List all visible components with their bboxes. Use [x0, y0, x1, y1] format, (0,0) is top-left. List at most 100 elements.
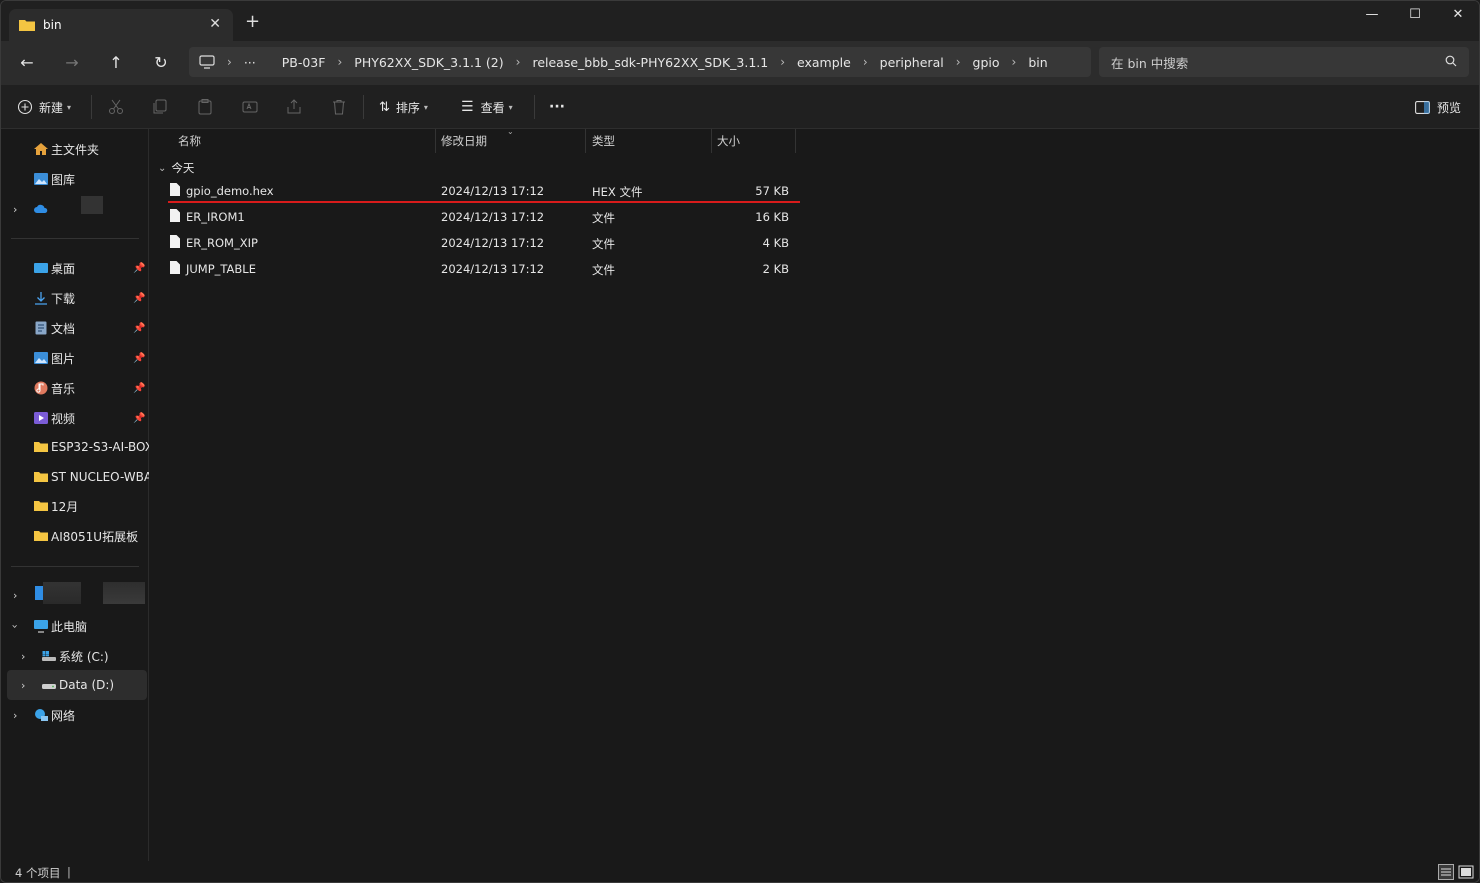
sidebar-item-onedrive-account[interactable]: › [1, 582, 149, 608]
folder-icon [34, 531, 48, 541]
sidebar-item-drive-c[interactable]: › 系统 (C:) [1, 643, 149, 669]
column-resize-handle[interactable] [585, 129, 586, 153]
breadcrumb-item[interactable]: bin [1028, 55, 1047, 70]
minimize-button[interactable]: — [1357, 7, 1387, 27]
pictures-icon [34, 352, 48, 364]
column-header-name[interactable]: 名称 [178, 129, 201, 153]
more-options-button[interactable]: ··· [549, 97, 565, 117]
navigation-pane: 主文件夹 图库 › 桌面 📌 下载 📌 文档 📌 图片 📌 音乐 📌 视频 📌 … [1, 129, 149, 861]
videos-icon [34, 412, 48, 424]
breadcrumb-item[interactable]: example [797, 55, 851, 70]
close-window-button[interactable]: ✕ [1443, 7, 1473, 27]
maximize-button[interactable]: ☐ [1400, 7, 1430, 27]
sidebar-item-onedrive[interactable]: › [1, 196, 149, 222]
sort-button[interactable]: ⇅ 排序 ▾ [379, 97, 428, 117]
drive-icon [42, 684, 56, 689]
item-count: 4 个项目 [15, 866, 61, 880]
sidebar-item-network[interactable]: › 网络 [1, 702, 149, 728]
file-type: 文件 [592, 263, 615, 277]
file-row[interactable]: JUMP_TABLE 2024/12/13 17:12 文件 2 KB [168, 257, 798, 281]
file-row[interactable]: ER_ROM_XIP 2024/12/13 17:12 文件 4 KB [168, 231, 798, 255]
sort-label: 排序 [395, 100, 420, 115]
tiles-view-icon[interactable] [1458, 864, 1474, 880]
breadcrumb-item[interactable]: gpio [973, 55, 1000, 70]
preview-pane-icon [1415, 100, 1430, 114]
new-tab-button[interactable]: + [245, 13, 260, 31]
sidebar-item-drive-d[interactable]: › Data (D:) [7, 670, 147, 700]
share-icon[interactable] [285, 98, 303, 116]
column-header-size[interactable]: 大小 [717, 129, 740, 153]
sidebar-label: AI8051U拓展板 [51, 529, 139, 544]
redacted-block [103, 582, 145, 604]
chevron-right-icon: › [1011, 55, 1017, 69]
view-list-icon: ☰ [461, 99, 474, 115]
new-button[interactable]: 新建 ▾ [17, 97, 71, 117]
sidebar-item-folder[interactable]: ESP32-S3-AI-BOX [1, 434, 149, 460]
status-bar: 4 个项目 | [1, 861, 1479, 882]
details-view-icon[interactable] [1438, 864, 1454, 880]
breadcrumb-item[interactable]: PHY62XX_SDK_3.1.1 (2) [354, 55, 503, 70]
chevron-right-icon: › [862, 55, 868, 69]
breadcrumb-item[interactable]: PB-03F [282, 55, 326, 70]
sidebar-item-folder[interactable]: ST NUCLEO-WBA5 [1, 464, 149, 490]
search-input[interactable]: 在 bin 中搜索 [1099, 47, 1469, 77]
column-resize-handle[interactable] [711, 129, 712, 153]
sidebar-item-music[interactable]: 音乐 📌 [1, 375, 149, 401]
column-resize-handle[interactable] [435, 129, 436, 153]
refresh-button[interactable]: ↻ [150, 53, 172, 73]
file-icon [170, 235, 180, 248]
sidebar-item-desktop[interactable]: 桌面 📌 [1, 255, 149, 281]
view-button[interactable]: ☰ 查看 ▾ [461, 97, 513, 117]
tab-bin[interactable]: bin ✕ [9, 9, 233, 41]
sidebar-item-this-pc[interactable]: › 此电脑 [1, 613, 149, 639]
column-resize-handle[interactable] [795, 129, 796, 153]
column-header-modified[interactable]: 修改日期 [441, 129, 487, 153]
breadcrumb-item[interactable]: release_bbb_sdk-PHY62XX_SDK_3.1.1 [532, 55, 768, 70]
sidebar-item-downloads[interactable]: 下载 📌 [1, 285, 149, 311]
delete-icon[interactable] [330, 98, 348, 116]
chevron-down-icon: ▾ [423, 102, 428, 112]
sidebar-item-pictures[interactable]: 图片 📌 [1, 345, 149, 371]
copy-icon[interactable] [151, 98, 169, 116]
paste-icon[interactable] [196, 98, 214, 116]
folder-icon [34, 501, 48, 511]
file-modified: 2024/12/13 17:12 [441, 262, 545, 276]
address-bar[interactable]: › ··· PB-03F › PHY62XX_SDK_3.1.1 (2) › r… [189, 47, 1091, 77]
chevron-right-icon: › [13, 708, 18, 722]
sidebar-item-videos[interactable]: 视频 📌 [1, 405, 149, 431]
group-header-today[interactable]: ⌄ 今天 [158, 160, 194, 176]
sidebar-item-gallery[interactable]: 图库 [1, 166, 149, 192]
redacted-block [43, 582, 81, 604]
back-button[interactable]: ← [16, 53, 38, 73]
file-row[interactable]: ER_IROM1 2024/12/13 17:12 文件 16 KB [168, 205, 798, 229]
sidebar-label: 此电脑 [51, 619, 88, 634]
sidebar-label: 网络 [51, 708, 76, 723]
preview-pane-button[interactable]: 预览 [1415, 97, 1461, 117]
column-header-type[interactable]: 类型 [592, 129, 615, 153]
pin-icon: 📌 [133, 262, 146, 274]
sidebar-item-home[interactable]: 主文件夹 [1, 136, 149, 162]
breadcrumb-item[interactable]: peripheral [880, 55, 944, 70]
rename-icon[interactable] [241, 98, 259, 116]
folder-icon [34, 472, 48, 482]
sidebar-label: 下载 [51, 291, 76, 306]
forward-button[interactable]: → [61, 53, 83, 73]
status-divider: | [67, 865, 71, 879]
tab-close-icon[interactable]: ✕ [209, 16, 221, 32]
up-button[interactable]: ↑ [105, 53, 127, 73]
sidebar-item-folder[interactable]: AI8051U拓展板 [1, 523, 149, 549]
download-icon [35, 292, 47, 305]
file-type: 文件 [592, 237, 615, 251]
breadcrumb-more[interactable]: ··· [244, 55, 256, 70]
file-size: 16 KB [755, 210, 789, 224]
sidebar-item-documents[interactable]: 文档 📌 [1, 315, 149, 341]
file-row[interactable]: gpio_demo.hex 2024/12/13 17:12 HEX 文件 57… [168, 179, 798, 203]
sidebar-item-folder[interactable]: 12月 [1, 493, 149, 519]
plus-circle-icon [17, 99, 33, 115]
pin-icon: 📌 [133, 322, 146, 334]
chevron-down-icon: ⌄ [158, 162, 167, 174]
documents-icon [35, 321, 47, 335]
file-size: 2 KB [762, 262, 789, 276]
cut-icon[interactable] [107, 98, 125, 116]
chevron-right-icon: › [13, 202, 18, 216]
